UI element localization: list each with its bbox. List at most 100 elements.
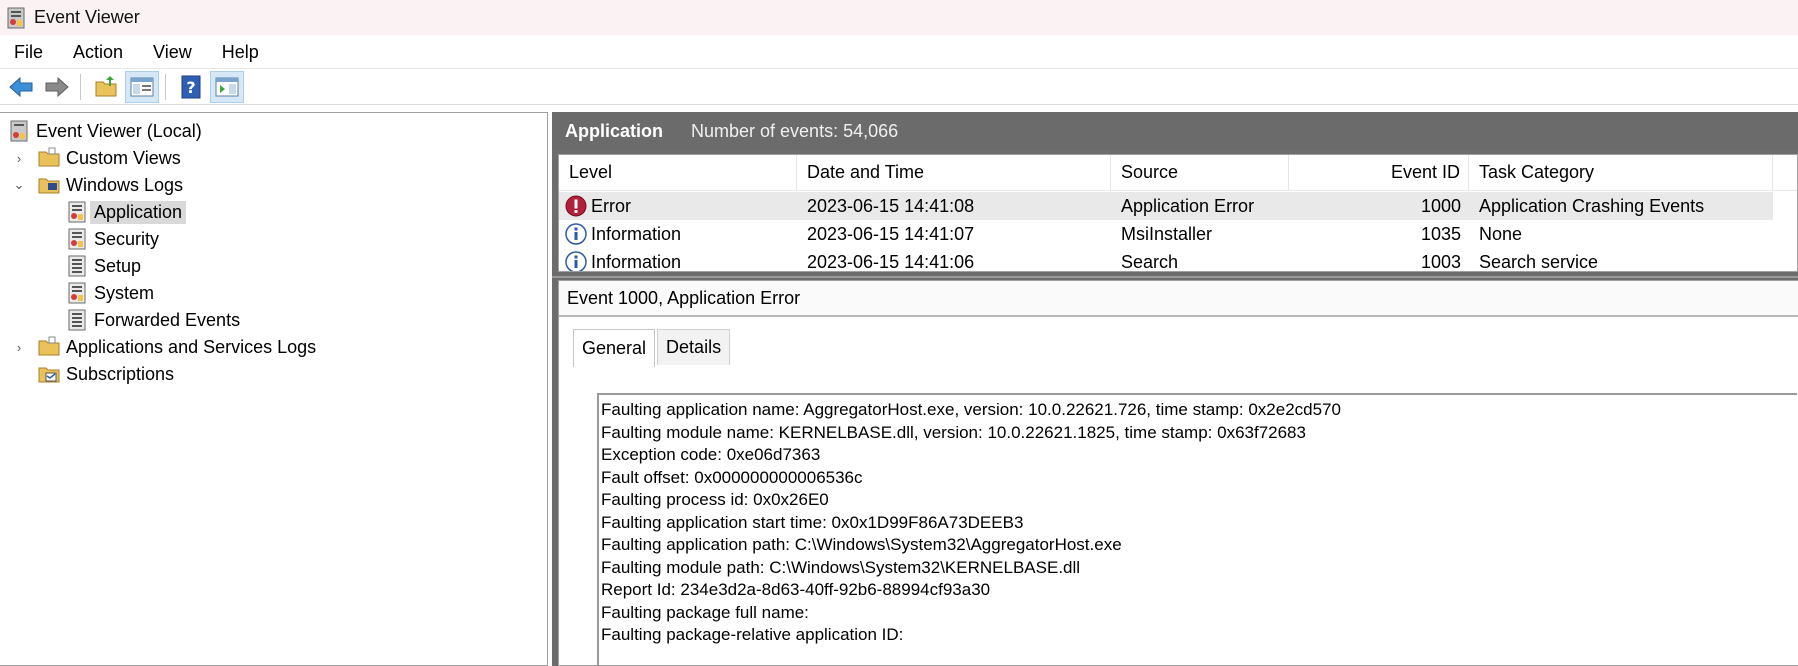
log-icon (68, 282, 86, 304)
event-viewer-icon (7, 7, 25, 28)
description-line: Faulting package-relative application ID… (601, 625, 904, 644)
toolbar-separator (80, 73, 81, 100)
log-name: Application (565, 120, 663, 141)
folder-icon (38, 147, 60, 167)
event-level: Information (591, 223, 682, 244)
description-line: Faulting module path: C:\Windows\System3… (601, 557, 1081, 577)
tree-label: Applications and Services Logs (66, 336, 317, 357)
event-id: 1003 (1420, 251, 1461, 272)
menu-view[interactable]: View (138, 35, 207, 69)
event-datetime: 2023-06-15 14:41:06 (807, 251, 975, 272)
event-count: Number of events: 54,066 (691, 120, 899, 141)
console-tree: Event Viewer (Local) › Custom Views ⌄ Wi… (0, 112, 548, 666)
column-header-date-time[interactable]: Date and Time (797, 155, 1111, 190)
pane-splitter[interactable] (552, 276, 1798, 278)
tree-label: Subscriptions (66, 363, 175, 384)
tab-details[interactable]: Details (657, 329, 731, 365)
results-pane: Application Number of events: 54,066 Lev… (552, 112, 1798, 666)
tree-label: Application (90, 200, 187, 224)
description-line: Exception code: 0xe06d7363 (601, 445, 821, 464)
column-header-task-category[interactable]: Task Category (1469, 155, 1773, 190)
log-icon (68, 228, 86, 250)
open-folder-icon (95, 75, 117, 96)
folder-icon (38, 178, 60, 194)
tree-label: Custom Views (66, 147, 181, 168)
event-category: Search service (1479, 251, 1599, 272)
tree-item-event-viewer-local[interactable]: Event Viewer (Local) (8, 118, 202, 144)
events-header: Level Date and Time Source Event ID Task… (559, 155, 1797, 191)
tree-label: Security (94, 228, 160, 249)
description-line: Faulting application start time: 0x0x1D9… (601, 512, 1024, 532)
information-icon (565, 223, 587, 245)
event-source: Search (1121, 251, 1179, 272)
events-list[interactable]: Level Date and Time Source Event ID Task… (558, 154, 1798, 272)
chevron-right-icon[interactable]: › (12, 340, 26, 355)
menu-file[interactable]: File (0, 35, 58, 69)
show-hide-action-pane-button[interactable] (210, 70, 244, 103)
tree-item-system[interactable]: System (66, 280, 154, 306)
back-button[interactable] (4, 71, 38, 103)
menu-bar: File Action View Help (0, 35, 1798, 69)
event-datetime: 2023-06-15 14:41:08 (807, 195, 975, 216)
folder-icon (38, 336, 60, 356)
tree-item-custom-views[interactable]: › Custom Views (12, 145, 181, 171)
event-detail-title: Event 1000, Application Error (559, 281, 1798, 317)
description-line: Faulting process id: 0x0x26E0 (601, 490, 829, 509)
menu-help[interactable]: Help (207, 35, 274, 69)
description-line: Report Id: 234e3d2a-8d63-40ff-92b6-88994… (601, 580, 991, 599)
back-arrow-icon (9, 76, 33, 97)
tree-item-subscriptions[interactable]: Subscriptions (38, 361, 174, 387)
up-level-button[interactable] (89, 71, 123, 103)
help-icon: ? (181, 75, 201, 98)
show-hide-console-tree-button[interactable] (125, 70, 159, 103)
tree-label: Setup (94, 255, 142, 276)
log-icon (68, 201, 86, 223)
tree-label: System (94, 282, 155, 303)
forward-button[interactable] (40, 71, 74, 103)
event-description: Faulting application name: AggregatorHos… (597, 393, 1797, 666)
tree-item-windows-logs[interactable]: ⌄ Windows Logs (12, 172, 184, 198)
table-row[interactable]: Information 2023-06-15 14:41:06 Search 1… (559, 248, 1773, 272)
event-category: None (1479, 223, 1523, 244)
column-header-event-id[interactable]: Event ID (1289, 155, 1469, 190)
menu-action[interactable]: Action (58, 35, 138, 69)
title-bar: Event Viewer (0, 0, 1798, 35)
chevron-down-icon[interactable]: ⌄ (12, 177, 26, 192)
tree-item-forwarded-events[interactable]: Forwarded Events (66, 307, 240, 333)
help-button[interactable]: ? (174, 71, 208, 103)
tree-label: Forwarded Events (94, 309, 241, 330)
event-level: Information (591, 251, 682, 272)
forward-arrow-icon (45, 76, 69, 97)
description-line: Faulting package full name: (601, 602, 809, 622)
log-header: Application Number of events: 54,066 (552, 112, 1798, 150)
event-source: Application Error (1121, 195, 1255, 216)
column-header-level[interactable]: Level (559, 155, 797, 190)
detail-tabs: General Details (573, 329, 732, 367)
description-line: Faulting module name: KERNELBASE.dll, ve… (601, 422, 1306, 442)
console-tree-icon (130, 77, 154, 96)
action-pane-icon (215, 77, 239, 96)
tree-item-setup[interactable]: Setup (66, 253, 141, 279)
event-datetime: 2023-06-15 14:41:07 (807, 223, 975, 244)
window-title: Event Viewer (34, 7, 140, 27)
tree-item-applications-and-services-logs[interactable]: › Applications and Services Logs (12, 334, 316, 360)
table-row[interactable]: Information 2023-06-15 14:41:07 MsiInsta… (559, 220, 1773, 248)
toolbar-separator (165, 73, 166, 100)
description-line: Faulting application path: C:\Windows\Sy… (601, 535, 1122, 554)
event-category: Application Crashing Events (1479, 195, 1705, 216)
information-icon (565, 251, 587, 271)
log-icon (68, 255, 86, 277)
description-line: Fault offset: 0x000000000006536c (601, 467, 863, 487)
table-row[interactable]: Error 2023-06-15 14:41:08 Application Er… (559, 192, 1773, 220)
tree-item-application[interactable]: Application (66, 199, 187, 225)
toolbar: ? (0, 69, 1798, 105)
event-id: 1000 (1420, 195, 1461, 216)
chevron-right-icon[interactable]: › (12, 151, 26, 166)
tree-item-security[interactable]: Security (66, 226, 159, 252)
log-icon (68, 309, 86, 331)
event-viewer-icon (10, 120, 28, 142)
column-header-source[interactable]: Source (1111, 155, 1289, 190)
tab-general[interactable]: General (573, 329, 656, 367)
svg-text:?: ? (186, 78, 195, 97)
error-icon (565, 195, 587, 217)
